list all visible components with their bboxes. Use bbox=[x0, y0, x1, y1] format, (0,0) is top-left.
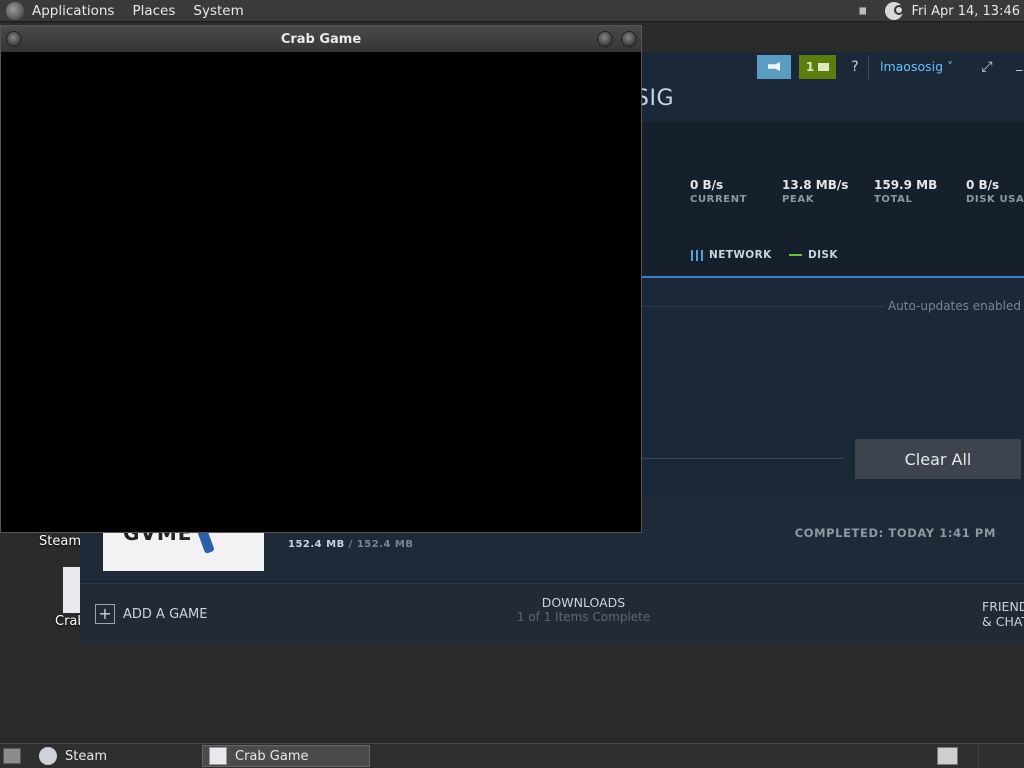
system-tray: Fri Apr 14, 13:46 bbox=[859, 0, 1020, 22]
clear-all-button[interactable]: Clear All bbox=[855, 439, 1021, 479]
desktop-icon-crab[interactable] bbox=[63, 567, 80, 613]
notifications-count: 1 bbox=[805, 60, 815, 74]
size-separator: / bbox=[348, 539, 353, 550]
stat-total: 159.9 MB TOTAL bbox=[874, 178, 937, 205]
legend-network[interactable]: NETWORK bbox=[691, 249, 772, 261]
announcements-button[interactable] bbox=[757, 55, 791, 79]
friends-label: FRIEND bbox=[982, 599, 1024, 614]
minimize-window-icon[interactable] bbox=[597, 31, 613, 47]
places-menu[interactable]: Places bbox=[132, 3, 175, 19]
network-bars-icon bbox=[691, 249, 703, 261]
help-button[interactable]: ? bbox=[848, 55, 862, 79]
desktop-icon-steam-label[interactable]: Steam bbox=[39, 534, 81, 549]
completed-time: COMPLETED: TODAY 1:41 PM bbox=[794, 526, 996, 540]
steam-icon bbox=[39, 747, 57, 765]
system-menu[interactable]: System bbox=[193, 3, 243, 19]
legend-disk-label: DISK bbox=[808, 249, 838, 261]
legend-network-label: NETWORK bbox=[709, 249, 772, 261]
stat-label: TOTAL bbox=[874, 194, 913, 205]
downloads-title: DOWNLOADS bbox=[541, 595, 626, 610]
close-window-icon[interactable] bbox=[621, 31, 637, 47]
legend-disk[interactable]: DISK bbox=[789, 249, 838, 261]
volume-icon[interactable] bbox=[859, 2, 873, 20]
taskbar-item-crab-game[interactable]: Crab Game bbox=[202, 745, 370, 767]
stat-disk-usage: 0 B/s DISK USAG bbox=[966, 178, 1024, 205]
window-title: Crab Game bbox=[280, 31, 362, 47]
add-game-button[interactable]: + ADD A GAME bbox=[95, 604, 207, 624]
crab-game-window[interactable]: Crab Game bbox=[0, 25, 642, 533]
taskbar-item-label: Crab Game bbox=[235, 748, 309, 764]
downloads-status-button[interactable]: DOWNLOADS 1 of 1 Items Complete bbox=[470, 595, 697, 624]
distro-logo-icon[interactable] bbox=[6, 1, 24, 20]
size-total: 152.4 MB bbox=[356, 539, 414, 550]
size-done: 152.4 MB bbox=[288, 539, 345, 550]
auto-updates-status: Auto-updates enabled bbox=[887, 299, 1021, 313]
divider bbox=[640, 306, 884, 307]
stat-value: 13.8 MB/s bbox=[782, 178, 849, 192]
crab-game-titlebar[interactable]: Crab Game bbox=[1, 26, 641, 52]
envelope-icon bbox=[818, 63, 830, 71]
big-picture-icon[interactable]: ⤢ bbox=[977, 55, 997, 79]
bottom-taskbar: Steam Crab Game bbox=[0, 743, 1024, 768]
chat-label: & CHAT bbox=[982, 614, 1024, 629]
stat-current: 0 B/s CURRENT bbox=[690, 178, 747, 205]
steam-tray-icon[interactable] bbox=[885, 2, 905, 20]
add-game-label: ADD A GAME bbox=[123, 606, 208, 622]
stat-value: 159.9 MB bbox=[874, 178, 938, 192]
workspace-switcher-icon[interactable] bbox=[937, 747, 958, 765]
applications-menu[interactable]: Applications bbox=[32, 3, 114, 19]
stat-label: PEAK bbox=[782, 194, 815, 205]
stat-label: CURRENT bbox=[690, 194, 748, 205]
disk-line-icon bbox=[789, 254, 802, 256]
stat-label: DISK USAG bbox=[966, 194, 1024, 205]
top-panel: Applications Places System Fri Apr 14, 1… bbox=[0, 0, 1024, 22]
window-menu-icon[interactable] bbox=[6, 31, 22, 47]
notifications-button[interactable]: 1 bbox=[799, 55, 836, 79]
minimize-icon[interactable]: _ bbox=[1016, 55, 1024, 79]
steam-bottom-bar: + ADD A GAME DOWNLOADS 1 of 1 Items Comp… bbox=[80, 583, 1024, 644]
divider bbox=[640, 458, 844, 459]
clock[interactable]: Fri Apr 14, 13:46 bbox=[911, 4, 1020, 19]
plus-icon: + bbox=[95, 604, 115, 624]
stat-peak: 13.8 MB/s PEAK bbox=[782, 178, 848, 205]
stat-value: 0 B/s bbox=[690, 178, 724, 192]
downloads-progress-text: 1 of 1 Items Complete bbox=[516, 610, 651, 624]
divider bbox=[978, 744, 979, 768]
download-size: 152.4 MB / 152.4 MB bbox=[288, 539, 414, 550]
friends-chat-button[interactable]: FRIEND & CHAT bbox=[982, 599, 1024, 629]
stat-value: 0 B/s bbox=[966, 178, 1000, 192]
account-menu[interactable]: lmaososig ˅ bbox=[868, 55, 964, 79]
steam-topbar: 1 ? lmaososig ˅ ⤢ _ bbox=[640, 52, 1024, 86]
show-desktop-icon[interactable] bbox=[3, 748, 21, 764]
taskbar-item-steam[interactable]: Steam bbox=[33, 745, 200, 767]
crab-game-icon bbox=[209, 747, 227, 765]
taskbar-item-label: Steam bbox=[65, 748, 107, 764]
